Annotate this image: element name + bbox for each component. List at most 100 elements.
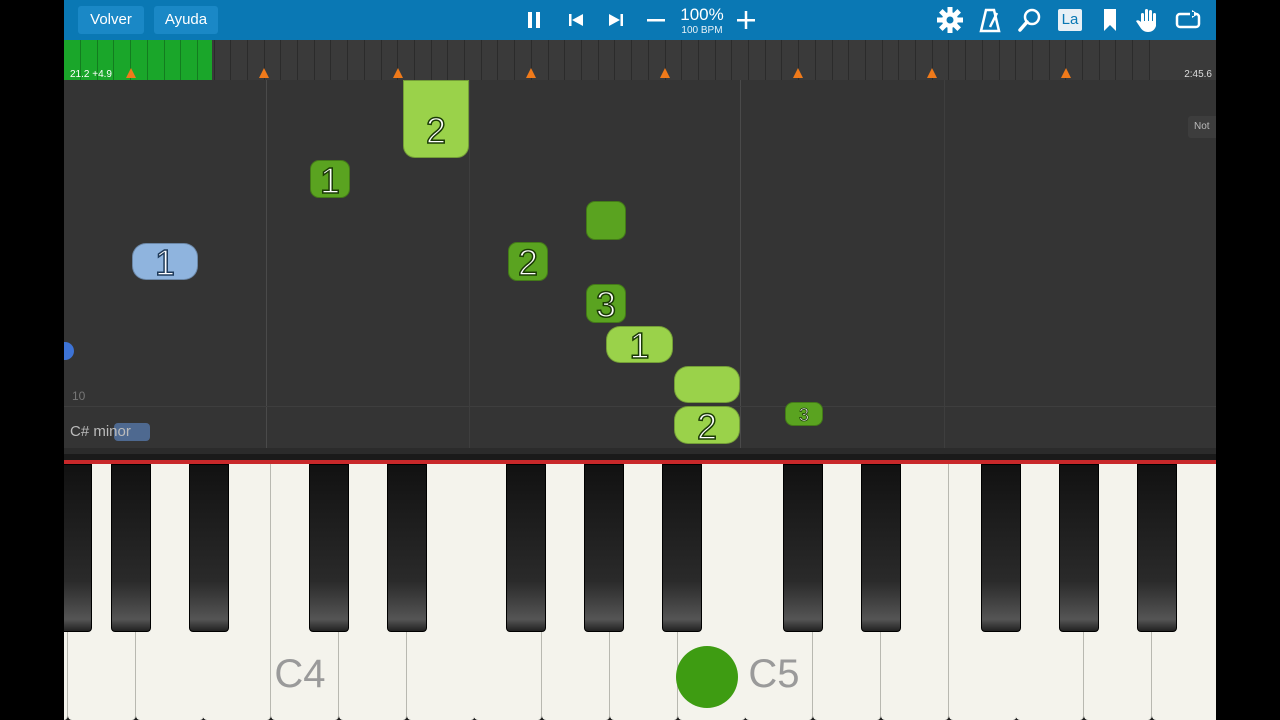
section-marker[interactable]	[793, 68, 803, 78]
timeline-tick	[230, 40, 231, 80]
timeline-tick	[865, 40, 866, 80]
key-label-c4: C4	[274, 652, 326, 696]
timeline-tick	[598, 40, 599, 80]
timeline-tick	[765, 40, 766, 80]
black-key[interactable]	[584, 464, 624, 632]
position-marker[interactable]	[126, 68, 136, 78]
note-block: 3	[586, 284, 626, 325]
minus-icon[interactable]	[640, 4, 672, 36]
magnifier-icon[interactable]	[1014, 4, 1046, 36]
timeline-tick	[915, 40, 916, 80]
black-key[interactable]	[64, 464, 92, 632]
metronome-icon[interactable]	[974, 4, 1006, 36]
timeline-tick	[948, 40, 949, 80]
timeline-tick	[147, 40, 148, 80]
note-block	[586, 201, 626, 240]
timeline-tick	[247, 40, 248, 80]
notes-side-tab[interactable]: Not	[1188, 116, 1216, 138]
black-key[interactable]	[506, 464, 546, 632]
timeline-tick	[1015, 40, 1016, 80]
section-marker[interactable]	[660, 68, 670, 78]
timeline-tick	[314, 40, 315, 80]
timeline-tick	[898, 40, 899, 80]
pressed-key-indicator	[676, 646, 738, 708]
timeline-tick	[447, 40, 448, 80]
bookmark-icon[interactable]	[1094, 4, 1126, 36]
timeline-tick	[548, 40, 549, 80]
black-key[interactable]	[111, 464, 151, 632]
timeline-tick	[1099, 40, 1100, 80]
timeline-tick	[982, 40, 983, 80]
skip-forward-icon[interactable]	[600, 4, 632, 36]
timeline-tick	[481, 40, 482, 80]
timeline-tick	[882, 40, 883, 80]
black-key[interactable]	[189, 464, 229, 632]
timeline-tick	[514, 40, 515, 80]
timeline-tick	[347, 40, 348, 80]
toolbar: Volver Ayuda 100% 100 BPM La	[64, 0, 1216, 40]
note-roll: 2 1 1 2 3 1 2 3 10 C# minor Not	[64, 80, 1216, 448]
timeline-tick	[364, 40, 365, 80]
language-button[interactable]: La	[1054, 4, 1086, 36]
timeline-tick	[581, 40, 582, 80]
section-marker[interactable]	[1061, 68, 1071, 78]
timeline-tick	[214, 40, 215, 80]
timeline-tick	[698, 40, 699, 80]
note-block: 2	[508, 242, 548, 283]
timeline-tick	[1049, 40, 1050, 80]
plus-icon[interactable]	[730, 4, 762, 36]
piano-keyboard: C4 C5	[64, 448, 1216, 720]
black-key[interactable]	[981, 464, 1021, 632]
note-block: 2	[674, 406, 740, 447]
timeline-tick	[681, 40, 682, 80]
timeline-tick	[180, 40, 181, 80]
timeline-tick	[1115, 40, 1116, 80]
timeline-tick	[999, 40, 1000, 80]
back-button[interactable]: Volver	[78, 6, 144, 34]
hand-icon[interactable]	[1132, 4, 1164, 36]
bar-line	[266, 80, 267, 448]
black-key[interactable]	[783, 464, 823, 632]
black-key[interactable]	[309, 464, 349, 632]
position-label: 21.2 +4.9	[70, 69, 112, 80]
timeline-scrubber[interactable]: 21.2 +4.9 2:45.6	[64, 40, 1216, 80]
chord-label: C# minor	[70, 423, 131, 440]
beat-line	[944, 80, 945, 448]
timeline-tick	[1032, 40, 1033, 80]
bpm-label: 100 BPM	[681, 25, 723, 36]
black-key[interactable]	[662, 464, 702, 632]
black-key[interactable]	[1137, 464, 1177, 632]
timeline-tick	[832, 40, 833, 80]
timeline-tick	[965, 40, 966, 80]
section-marker[interactable]	[393, 68, 403, 78]
section-marker[interactable]	[526, 68, 536, 78]
pause-icon[interactable]	[518, 4, 550, 36]
help-button[interactable]: Ayuda	[154, 6, 218, 34]
timeline-tick	[431, 40, 432, 80]
note-block: 1	[310, 160, 350, 201]
section-marker[interactable]	[927, 68, 937, 78]
timeline-tick	[330, 40, 331, 80]
measure-number: 10	[72, 389, 86, 403]
timeline-tick	[464, 40, 465, 80]
loop-icon[interactable]	[1172, 4, 1204, 36]
black-key[interactable]	[387, 464, 427, 632]
gear-icon[interactable]	[934, 4, 966, 36]
section-marker[interactable]	[259, 68, 269, 78]
black-key[interactable]	[861, 464, 901, 632]
timeline-tick	[297, 40, 298, 80]
timeline-tick	[715, 40, 716, 80]
timeline-tick	[1132, 40, 1133, 80]
timeline-tick	[381, 40, 382, 80]
key-label-c5: C5	[748, 652, 800, 696]
note-block: 1	[606, 326, 673, 365]
black-key[interactable]	[1059, 464, 1099, 632]
zoom-level: 100%	[680, 5, 724, 24]
timeline-tick	[1149, 40, 1150, 80]
skip-back-icon[interactable]	[560, 4, 592, 36]
timeline-tick	[848, 40, 849, 80]
note-block	[674, 366, 740, 403]
timeline-tick	[564, 40, 565, 80]
timeline-tick	[197, 40, 198, 80]
note-block: 1	[132, 243, 198, 282]
